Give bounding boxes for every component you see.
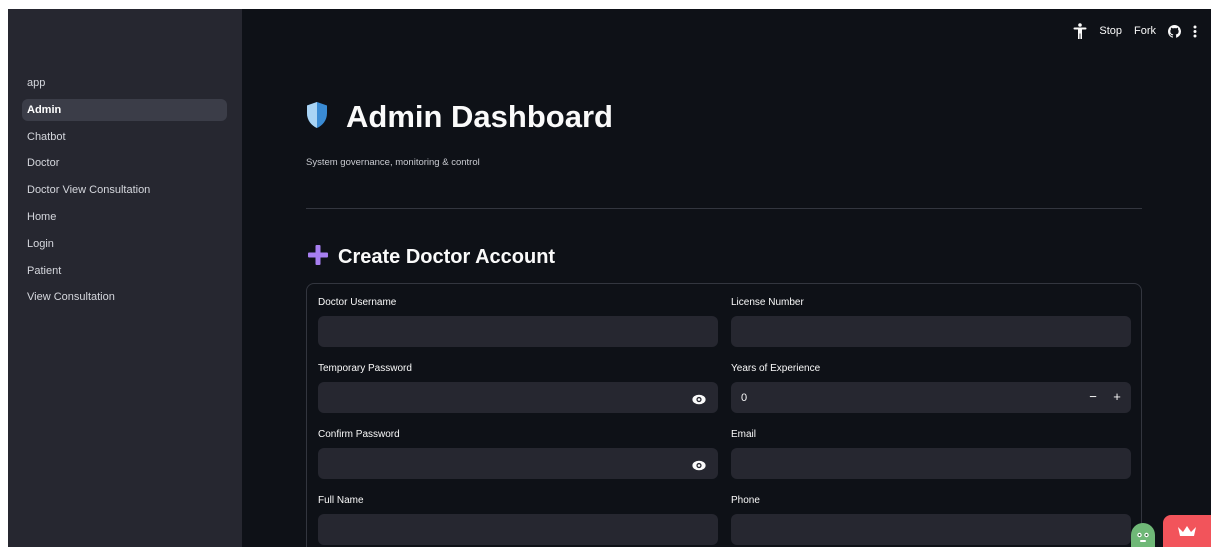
page-subtitle: System governance, monitoring & control	[306, 157, 480, 168]
divider	[306, 208, 1142, 209]
sidebar-item-home[interactable]: Home	[22, 206, 227, 228]
temporary-password-input-box	[318, 382, 718, 413]
years-experience-input-box: − +	[731, 382, 1131, 413]
show-password-icon[interactable]	[692, 392, 706, 405]
years-experience-input[interactable]	[731, 382, 1131, 413]
license-number-input[interactable]	[731, 316, 1131, 347]
full-name-label: Full Name	[318, 495, 364, 506]
temporary-password-input[interactable]	[318, 382, 718, 413]
section-header: Create Doctor Account	[308, 245, 555, 270]
email-input-box	[731, 448, 1131, 479]
phone-input-box	[731, 514, 1131, 545]
confirm-password-label: Confirm Password	[318, 429, 400, 440]
chat-assistant-icon[interactable]	[1131, 523, 1155, 547]
temporary-password-field: Temporary Password	[318, 362, 718, 413]
full-name-field: Full Name	[318, 494, 718, 545]
sidebar-item-doctor[interactable]: Doctor	[22, 152, 227, 174]
page-header: Admin Dashboard	[306, 99, 613, 135]
doctor-username-field: Doctor Username	[318, 296, 718, 347]
email-input[interactable]	[731, 448, 1131, 479]
show-password-icon[interactable]	[692, 458, 706, 471]
sidebar-item-patient[interactable]: Patient	[22, 260, 227, 282]
create-doctor-form: Doctor Username License Number Temporary…	[306, 283, 1142, 547]
main-content: Admin Dashboard System governance, monit…	[242, 9, 1211, 547]
crown-icon[interactable]	[1163, 515, 1211, 547]
sidebar: app Admin Chatbot Doctor Doctor View Con…	[8, 9, 242, 547]
years-experience-field: Years of Experience − +	[731, 362, 1131, 413]
license-number-input-box	[731, 316, 1131, 347]
sidebar-item-login[interactable]: Login	[22, 233, 227, 255]
section-title: Create Doctor Account	[338, 246, 556, 268]
sidebar-item-chatbot[interactable]: Chatbot	[22, 126, 227, 148]
doctor-username-input-box	[318, 316, 718, 347]
app-frame: app Admin Chatbot Doctor Doctor View Con…	[8, 9, 1211, 547]
email-label: Email	[731, 429, 757, 440]
plus-icon	[308, 245, 328, 270]
full-name-input[interactable]	[318, 514, 718, 545]
confirm-password-input-box	[318, 448, 718, 479]
temporary-password-label: Temporary Password	[318, 363, 412, 374]
doctor-username-input[interactable]	[318, 316, 718, 347]
doctor-username-label: Doctor Username	[318, 297, 397, 308]
sidebar-item-view-consultation[interactable]: View Consultation	[22, 286, 227, 308]
sidebar-item-admin[interactable]: Admin	[22, 98, 227, 121]
confirm-password-field: Confirm Password	[318, 428, 718, 479]
sidebar-item-app[interactable]: app	[22, 72, 227, 94]
phone-field: Phone	[731, 494, 1131, 545]
decrement-button[interactable]: −	[1085, 389, 1101, 405]
increment-button[interactable]: +	[1109, 389, 1125, 405]
confirm-password-input[interactable]	[318, 448, 718, 479]
license-number-field: License Number	[731, 296, 1131, 347]
sidebar-item-doctor-view-consultation[interactable]: Doctor View Consultation	[22, 179, 227, 201]
page-title: Admin Dashboard	[346, 99, 613, 134]
years-experience-label: Years of Experience	[731, 363, 821, 374]
email-field: Email	[731, 428, 1131, 479]
phone-label: Phone	[731, 495, 760, 506]
sidebar-nav: app Admin Chatbot Doctor Doctor View Con…	[22, 72, 227, 313]
shield-icon	[306, 101, 328, 134]
phone-input[interactable]	[731, 514, 1131, 545]
full-name-input-box	[318, 514, 718, 545]
license-number-label: License Number	[731, 297, 804, 308]
